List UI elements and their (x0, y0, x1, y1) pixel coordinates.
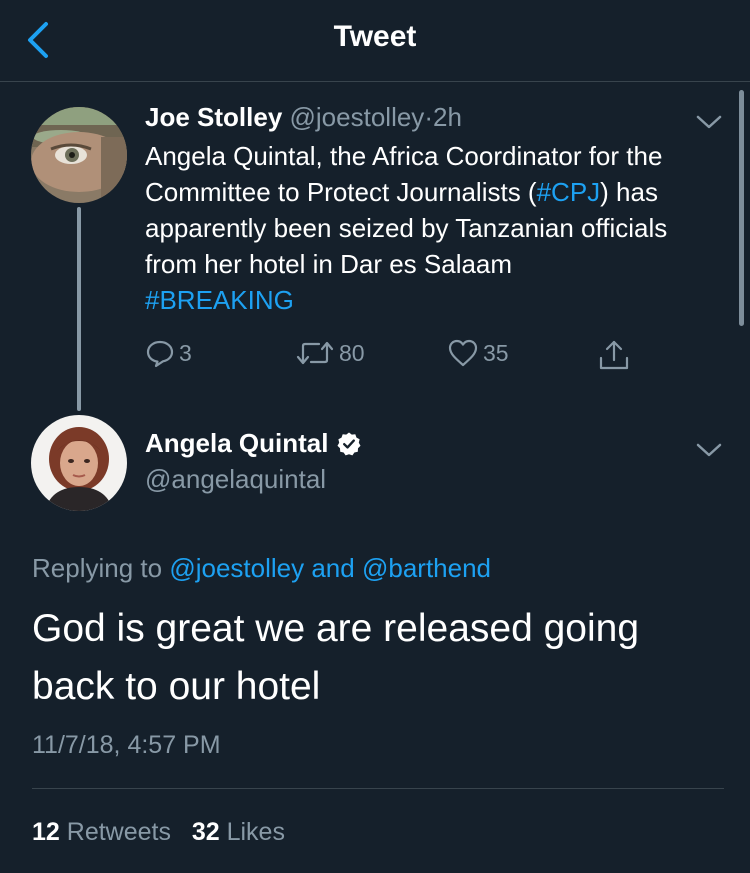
thread-connector-line (77, 207, 81, 411)
reply-and-link[interactable]: and (311, 553, 354, 583)
author-handle[interactable]: @joestolley (290, 102, 425, 132)
reply-button[interactable]: 3 (145, 338, 192, 368)
tweet-options-button[interactable] (696, 114, 722, 130)
hashtag-link[interactable]: #CPJ (537, 177, 601, 207)
replying-prefix: Replying to (32, 553, 163, 583)
chevron-down-icon (696, 443, 722, 457)
author-name[interactable]: Angela Quintal (145, 428, 328, 459)
separator-dot: · (424, 102, 433, 132)
verified-badge-icon (337, 432, 361, 455)
reply-icon (146, 340, 174, 368)
top-nav-bar: Tweet (0, 0, 750, 82)
page-title: Tweet (333, 20, 417, 53)
like-count: 32 (191, 818, 220, 846)
author-name-row: Angela Quintal (145, 428, 362, 459)
share-icon (599, 340, 629, 370)
heart-icon (448, 339, 478, 367)
retweet-count: 80 (339, 339, 365, 366)
retweet-button[interactable]: 80 (295, 338, 365, 368)
tweet-timestamp: 11/7/18, 4:57 PM (32, 731, 221, 759)
author-handle[interactable]: @angelaquintal (145, 464, 326, 495)
retweet-count: 12 (32, 818, 60, 846)
likes-stat[interactable]: 32 Likes (192, 818, 285, 846)
author-name[interactable]: Joe Stolley (145, 102, 282, 132)
reply-count: 3 (179, 339, 192, 366)
engagement-stats: 12 Retweets 32 Likes (32, 818, 285, 847)
like-button[interactable]: 35 (447, 338, 509, 368)
chevron-down-icon (696, 115, 722, 129)
divider (32, 788, 724, 789)
scrollbar[interactable] (739, 90, 744, 326)
reply-user-link[interactable]: @joestolley (169, 553, 304, 583)
main-tweet-text: God is great we are released going back … (32, 607, 640, 708)
like-count: 35 (483, 339, 509, 366)
retweets-label: Retweets (66, 818, 171, 846)
tweet-time: 2h (432, 102, 462, 132)
tweet-text: Angela Quintal, the Africa Coordinator f… (145, 138, 715, 318)
likes-label: Likes (226, 818, 285, 846)
tweet-options-button[interactable] (696, 442, 722, 458)
tweet-header: Joe Stolley @joestolley·2h (145, 102, 462, 133)
share-button[interactable] (597, 338, 631, 372)
reply-user-link[interactable]: @barthend (362, 553, 491, 583)
avatar-angela-quintal[interactable] (31, 415, 127, 511)
hashtag-link[interactable]: #BREAKING (145, 285, 294, 315)
retweet-icon (296, 341, 334, 365)
avatar-joe-stolley[interactable] (31, 107, 127, 203)
replying-to-line: Replying to @joestolley and @barthend (32, 553, 491, 584)
retweets-stat[interactable]: 12 Retweets (32, 818, 171, 846)
